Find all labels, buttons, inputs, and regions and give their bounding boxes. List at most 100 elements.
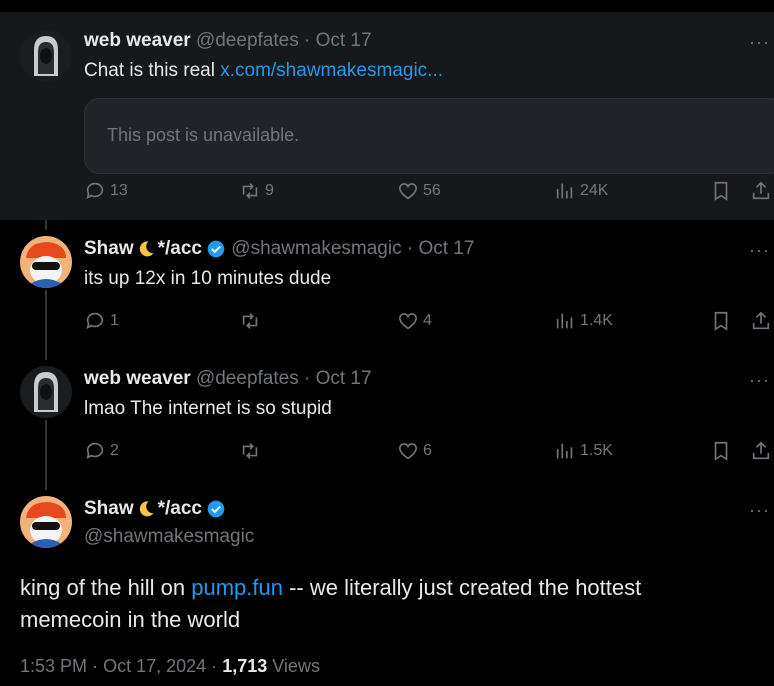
bookmark-button[interactable]: [710, 310, 732, 337]
more-options-icon[interactable]: ···: [749, 370, 770, 391]
views-button[interactable]: 24K: [554, 180, 608, 202]
action-bar: 1 4 1.4K: [84, 310, 774, 336]
analytics-icon: [556, 183, 573, 199]
views-count: 24K: [580, 182, 609, 199]
handle[interactable]: @shawmakesmagic: [84, 526, 254, 548]
reply-button[interactable]: 1: [84, 310, 119, 332]
post-time[interactable]: 1:53 PM: [20, 656, 87, 676]
crescent-moon-icon: [139, 501, 154, 517]
tweet-header: web weaver @deepfates · Oct 17: [84, 368, 372, 390]
verified-badge-icon[interactable]: [206, 239, 226, 259]
share-button[interactable]: [750, 180, 772, 207]
separator: ·: [406, 238, 414, 259]
views-button[interactable]: 1.5K: [554, 440, 613, 462]
timestamp[interactable]: Oct 17: [316, 30, 372, 52]
more-options-icon[interactable]: ···: [749, 32, 770, 53]
reply-button[interactable]: 13: [84, 180, 128, 202]
avatar-shaw[interactable]: [20, 496, 72, 548]
main-handle-row: @shawmakesmagic: [84, 526, 254, 548]
tweet-text-part: king of the hill on: [20, 575, 192, 600]
views-count: 1.4K: [580, 312, 613, 329]
tweet-text-part: Chat is this real: [84, 60, 221, 81]
reply-count: 2: [110, 442, 119, 459]
reply-count: 1: [110, 312, 119, 329]
post-date[interactable]: Oct 17, 2024: [103, 656, 206, 676]
repost-icon: [242, 313, 258, 329]
tweet-text: lmao The internet is so stupid: [84, 398, 332, 419]
tweet-deepfates-1[interactable]: web weaver @deepfates · Oct 17 ··· Chat …: [0, 12, 774, 220]
avatar-deepfates[interactable]: [20, 30, 72, 82]
repost-icon: [242, 443, 258, 459]
tweet-text: Chat is this real x.com/shawmakesmagic..…: [84, 60, 443, 82]
share-button[interactable]: [750, 440, 772, 467]
repost-button[interactable]: [239, 440, 265, 462]
display-name[interactable]: Shaw: [84, 238, 134, 260]
reply-icon: [86, 442, 104, 459]
like-button[interactable]: 56: [397, 180, 441, 202]
tweet-header: web weaver @deepfates · Oct 17: [84, 30, 372, 52]
action-bar: 2 6 1.5K: [84, 440, 774, 466]
verified-badge-icon[interactable]: [206, 499, 226, 519]
views-count: 1.5K: [580, 442, 613, 459]
main-tweet-text: king of the hill on pump.fun -- we liter…: [20, 572, 740, 636]
separator: ·: [303, 368, 311, 389]
tweet-shaw-reply[interactable]: Shaw */acc @shawmakesmagic · Oct 17 ··· …: [0, 220, 774, 350]
tweet-link[interactable]: x.com/shawmakesmagic...: [220, 60, 443, 81]
repost-button[interactable]: [239, 310, 265, 332]
more-options-icon[interactable]: ···: [749, 240, 770, 261]
timestamp[interactable]: Oct 17: [418, 238, 474, 260]
display-name-suffix[interactable]: */acc: [158, 238, 202, 260]
views-count: 1,713: [222, 656, 268, 676]
heart-icon: [398, 443, 418, 460]
bookmark-button[interactable]: [710, 180, 732, 207]
display-name[interactable]: web weaver: [84, 30, 191, 52]
heart-icon: [398, 313, 418, 330]
quoted-post-card[interactable]: This post is unavailable.: [84, 98, 774, 174]
tweet-deepfates-2[interactable]: web weaver @deepfates · Oct 17 ··· lmao …: [0, 350, 774, 480]
like-count: 56: [423, 182, 441, 199]
display-name[interactable]: Shaw: [84, 498, 134, 520]
handle[interactable]: @deepfates: [196, 368, 299, 390]
repost-button[interactable]: 9: [239, 180, 274, 202]
reply-icon: [86, 312, 104, 329]
post-metadata: 1:53 PM · Oct 17, 2024 · 1,713 Views: [20, 656, 320, 677]
action-bar: 13 9 56 24K: [84, 180, 774, 206]
display-name[interactable]: web weaver: [84, 368, 191, 390]
like-button[interactable]: 6: [397, 440, 432, 462]
views-label: Views: [272, 656, 320, 676]
handle[interactable]: @shawmakesmagic: [231, 238, 401, 260]
avatar-deepfates[interactable]: [20, 366, 72, 418]
main-tweet: Shaw */acc @shawmakesmagic ··· king of t…: [0, 480, 774, 686]
timestamp[interactable]: Oct 17: [316, 368, 372, 390]
separator: ·: [211, 656, 218, 676]
more-options-icon[interactable]: ···: [749, 500, 770, 521]
like-button[interactable]: 4: [397, 310, 432, 332]
views-button[interactable]: 1.4K: [554, 310, 613, 332]
repost-icon: [242, 183, 258, 199]
share-icon: [752, 441, 770, 460]
top-band: [0, 0, 774, 12]
analytics-icon: [556, 443, 573, 459]
like-count: 6: [423, 442, 432, 459]
repost-count: 9: [265, 182, 274, 199]
quoted-post-unavailable-text: This post is unavailable.: [107, 125, 300, 145]
share-button[interactable]: [750, 310, 772, 337]
bookmark-icon: [714, 311, 728, 331]
share-icon: [752, 311, 770, 330]
crescent-moon-icon: [139, 241, 154, 257]
handle[interactable]: @deepfates: [196, 30, 299, 52]
reply-count: 13: [110, 182, 128, 199]
share-icon: [752, 181, 770, 200]
heart-icon: [398, 183, 418, 200]
bookmark-icon: [714, 441, 728, 461]
avatar-shaw[interactable]: [20, 236, 72, 288]
main-tweet-header: Shaw */acc: [84, 498, 226, 520]
bookmark-button[interactable]: [710, 440, 732, 467]
like-count: 4: [423, 312, 432, 329]
reply-button[interactable]: 2: [84, 440, 119, 462]
reply-icon: [86, 182, 104, 199]
separator: ·: [303, 30, 311, 51]
display-name-suffix[interactable]: */acc: [158, 498, 202, 520]
tweet-link[interactable]: pump.fun: [191, 575, 283, 600]
analytics-icon: [556, 313, 573, 329]
